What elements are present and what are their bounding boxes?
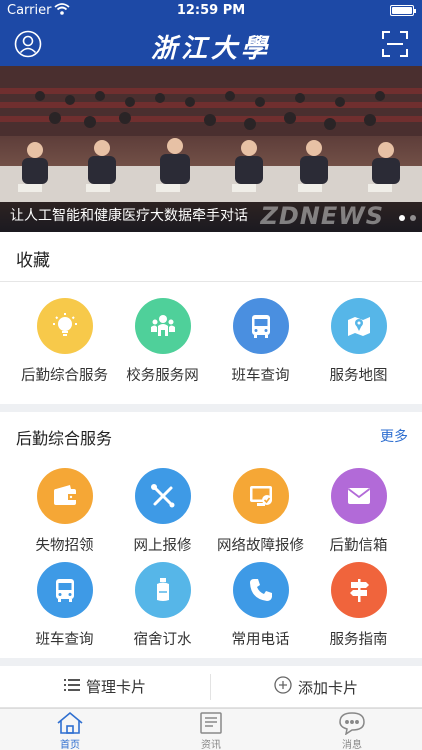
favorite-logistics-service[interactable]: 后勤综合服务 <box>12 298 117 385</box>
lightbulb-icon <box>36 298 93 354</box>
service-label: 班车查询 <box>35 632 94 648</box>
online-repair[interactable]: 网上报修 <box>110 468 215 555</box>
lost-and-found[interactable]: 失物招领 <box>12 468 117 555</box>
favorites-card: 收藏 后勤综合服务 校务服务网 班车查询 服务地图 <box>0 232 422 404</box>
service-label: 常用电话 <box>231 632 290 648</box>
banner-watermark: ZDNEWS <box>260 202 384 230</box>
card-actions-bar: 管理卡片 添加卡片 <box>0 666 422 708</box>
tab-home-label: 首页 <box>60 740 80 750</box>
tab-bar: 首页 资讯 消息 <box>0 708 422 750</box>
home-icon <box>57 711 83 734</box>
tab-news[interactable]: 资讯 <box>141 711 281 750</box>
signpost-icon <box>330 562 387 618</box>
people-icon <box>134 298 191 354</box>
service-guide[interactable]: 服务指南 <box>306 562 411 649</box>
tab-news-label: 资讯 <box>201 740 221 750</box>
university-logo: 浙江大學 <box>150 34 271 64</box>
mail-icon <box>330 468 387 524</box>
tools-icon <box>134 468 191 524</box>
banner-dot-1[interactable] <box>399 215 405 221</box>
news-icon <box>200 712 222 734</box>
service-label: 失物招领 <box>35 538 94 554</box>
service-label: 服务指南 <box>329 632 388 648</box>
logistics-mailbox[interactable]: 后勤信箱 <box>306 468 411 555</box>
service-label: 网络故障报修 <box>217 538 304 554</box>
bus-icon <box>232 298 289 354</box>
monitor-icon <box>232 468 289 524</box>
add-circle-icon <box>274 676 292 698</box>
favorite-label: 后勤综合服务 <box>21 368 108 384</box>
manage-cards-button[interactable]: 管理卡片 <box>64 676 146 697</box>
favorite-campus-services[interactable]: 校务服务网 <box>110 298 215 385</box>
news-banner[interactable]: ZDNEWS 让人工智能和健康医疗大数据牵手对话 <box>0 66 422 232</box>
water-bottle-icon <box>134 562 191 618</box>
tab-messages[interactable]: 消息 <box>282 711 422 750</box>
logistics-service-card: 后勤综合服务 更多 失物招领 网上报修 网络故障报修 后勤信箱 班车查询 宿舍订… <box>0 412 422 658</box>
favorite-label: 服务地图 <box>329 368 388 384</box>
status-bar: Carrier 12:59 PM <box>0 0 422 22</box>
message-icon <box>339 712 365 735</box>
list-icon <box>64 678 80 696</box>
banner-caption: 让人工智能和健康医疗大数据牵手对话 <box>10 208 248 224</box>
shuttle-bus-query[interactable]: 班车查询 <box>12 562 117 649</box>
scan-icon[interactable] <box>382 31 408 57</box>
status-time: 12:59 PM <box>176 3 246 18</box>
tab-home[interactable]: 首页 <box>0 711 140 750</box>
nav-bar: 浙江大學 <box>0 22 422 66</box>
banner-dot-2[interactable] <box>410 215 416 221</box>
service-label: 后勤信箱 <box>329 538 388 554</box>
banner-page-indicator[interactable] <box>399 215 416 221</box>
add-card-label: 添加卡片 <box>298 678 359 697</box>
tab-messages-label: 消息 <box>342 740 362 750</box>
common-phones[interactable]: 常用电话 <box>208 562 313 649</box>
favorite-label: 班车查询 <box>231 368 290 384</box>
favorite-bus-query[interactable]: 班车查询 <box>208 298 313 385</box>
favorites-title: 收藏 <box>16 251 50 271</box>
service-label: 宿舍订水 <box>133 632 192 648</box>
service-label: 网上报修 <box>133 538 192 554</box>
phone-icon <box>232 562 289 618</box>
battery-icon <box>390 5 416 16</box>
map-icon <box>330 298 387 354</box>
bus-icon <box>36 562 93 618</box>
more-link[interactable]: 更多 <box>380 426 408 446</box>
favorite-label: 校务服务网 <box>126 368 199 384</box>
add-card-button[interactable]: 添加卡片 <box>274 676 358 698</box>
logistics-title: 后勤综合服务 <box>16 429 113 448</box>
manage-cards-label: 管理卡片 <box>86 678 147 696</box>
network-fault-repair[interactable]: 网络故障报修 <box>208 468 313 555</box>
wallet-icon <box>36 468 93 524</box>
dorm-water-order[interactable]: 宿舍订水 <box>110 562 215 649</box>
favorite-service-map[interactable]: 服务地图 <box>306 298 411 385</box>
